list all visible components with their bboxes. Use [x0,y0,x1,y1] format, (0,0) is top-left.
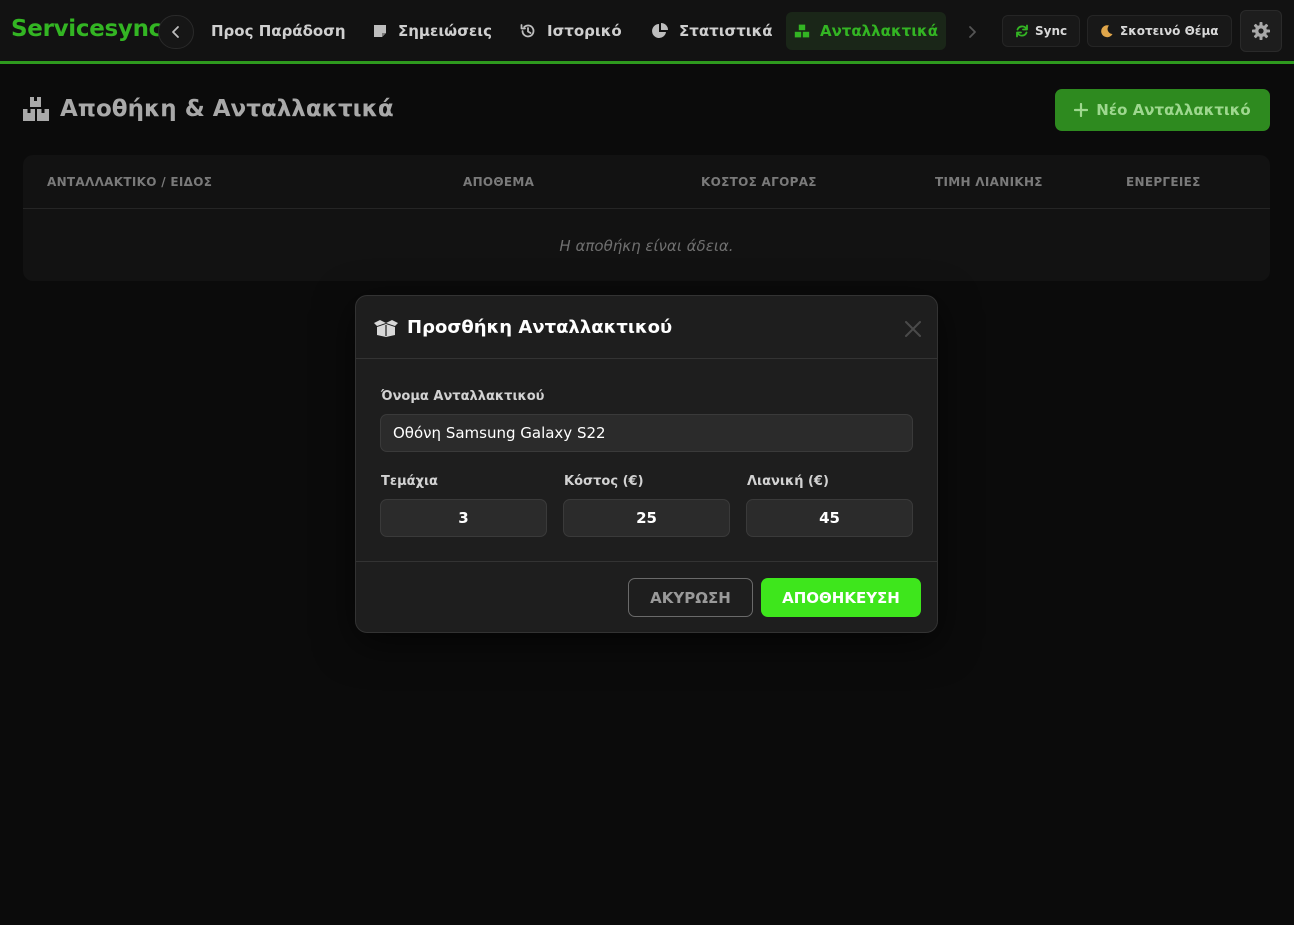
boxes-icon [794,24,810,38]
part-name-label: Όνομα Ανταλλακτικού [381,389,545,404]
nav-item-notes[interactable]: Σημειώσεις [364,12,500,50]
modal-title-text: Προσθήκη Ανταλλακτικού [407,317,673,338]
nav-item-label: Προς Παράδοση [211,22,346,40]
new-spare-part-button[interactable]: Νέο Ανταλλακτικό [1055,89,1270,131]
close-modal-button[interactable] [902,318,924,340]
cost-input[interactable] [563,499,730,537]
column-header-stock: ΑΠΟΘΕΜΑ [463,175,535,189]
sync-button-label: Sync [1035,24,1068,38]
cost-label: Κόστος (€) [564,474,644,489]
close-icon [905,321,921,337]
open-box-icon [374,319,398,337]
table-header: ΑΝΤΑΛΛΑΚΤΙΚΟ / ΕΙΔΟΣ ΑΠΟΘΕΜΑ ΚΟΣΤΟΣ ΑΓΟΡ… [23,155,1270,209]
column-header-part: ΑΝΤΑΛΛΑΚΤΙΚΟ / ΕΙΔΟΣ [47,175,213,189]
nav-item-history[interactable]: Ιστορικό [511,12,630,50]
chevron-left-icon [172,26,179,38]
nav-item-statistics[interactable]: Στατιστικά [643,12,781,50]
save-button[interactable]: ΑΠΟΘΗΚΕΥΣΗ [761,578,921,617]
theme-toggle-label: Σκοτεινό Θέμα [1120,24,1219,38]
sync-icon [1016,24,1028,38]
page-title-text: Αποθήκη & Ανταλλακτικά [60,96,394,122]
note-icon [374,25,386,37]
column-header-retail: ΤΙΜΗ ΛΙΑΝΙΚΗΣ [935,175,1043,189]
plus-icon [1074,103,1089,117]
column-header-actions: ΕΝΕΡΓΕΙΕΣ [1126,175,1201,189]
new-spare-part-label: Νέο Ανταλλακτικό [1096,101,1251,119]
nav-item-spare-parts[interactable]: Ανταλλακτικά [786,12,946,50]
moon-icon [1101,25,1113,38]
part-name-input[interactable] [380,414,913,452]
add-spare-part-modal: Προσθήκη Ανταλλακτικού Όνομα Ανταλλακτικ… [355,295,938,633]
column-header-cost: ΚΟΣΤΟΣ ΑΓΟΡΑΣ [701,175,817,189]
app-brand[interactable]: Servicesync [11,16,162,42]
cancel-button[interactable]: ΑΚΥΡΩΣΗ [628,578,753,617]
top-navbar: Servicesync Προς Παράδοση Σημειώσεις Ιστ… [0,0,1294,64]
nav-item-pending-delivery[interactable]: Προς Παράδοση [203,12,354,50]
nav-scroll-right-button[interactable] [960,18,984,46]
chevron-right-icon [969,26,976,38]
page-title: Αποθήκη & Ανταλλακτικά [22,96,394,122]
pie-chart-icon [652,23,668,38]
nav-item-label: Ανταλλακτικά [819,22,938,40]
boxes-icon [23,97,49,121]
history-icon [520,24,535,38]
nav-item-label: Σημειώσεις [398,22,492,40]
retail-label: Λιανική (€) [747,474,829,489]
nav-item-label: Στατιστικά [679,22,773,40]
nav-scroll-left-button[interactable] [158,15,194,49]
nav-item-label: Ιστορικό [547,22,622,40]
settings-button[interactable] [1240,10,1282,52]
modal-footer-divider [356,561,937,562]
quantity-input[interactable] [380,499,547,537]
quantity-label: Τεμάχια [381,474,438,489]
modal-title: Προσθήκη Ανταλλακτικού [373,317,672,338]
sync-button[interactable]: Sync [1002,15,1081,47]
spare-parts-table: ΑΝΤΑΛΛΑΚΤΙΚΟ / ΕΙΔΟΣ ΑΠΟΘΕΜΑ ΚΟΣΤΟΣ ΑΓΟΡ… [23,155,1270,281]
retail-price-input[interactable] [746,499,913,537]
empty-state-text: Η αποθήκη είναι άδεια. [559,237,734,255]
theme-toggle-button[interactable]: Σκοτεινό Θέμα [1087,15,1232,47]
modal-header: Προσθήκη Ανταλλακτικού [356,296,937,359]
gear-icon [1252,22,1270,40]
